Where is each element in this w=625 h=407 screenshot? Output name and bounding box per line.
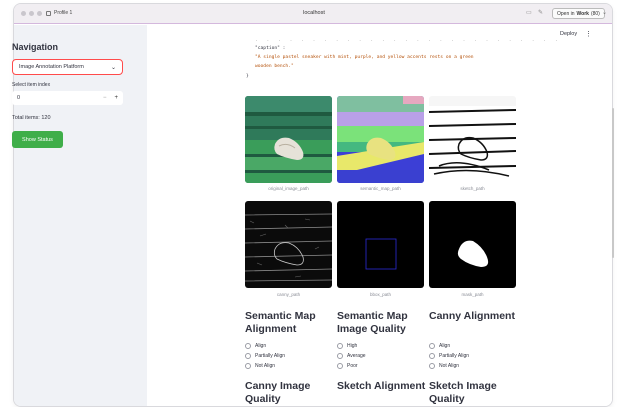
open-in-prefix: Open in [557,10,575,17]
page-select[interactable]: Image Annotation Platform ⌄ [12,59,123,75]
radio-option[interactable]: Align [245,343,266,349]
bbox-image [337,201,424,288]
open-in-app-button[interactable]: Open in Work (80) [552,8,605,19]
item-index-label: Select item index [12,82,51,88]
json-viewer: . . . . . . . . . . . . . . . . . . . . … [230,37,558,89]
profile-label: Profile 1 [54,10,73,16]
reader-icon[interactable]: ▭ [526,9,532,16]
radio-circle-icon [245,353,251,359]
radio-circle-icon [245,343,251,349]
show-status-button[interactable]: Show Status [12,131,63,148]
radio-label: Align [255,343,267,349]
total-items-text: Total items: 120 [12,115,51,121]
json-close-brace: } [246,74,249,79]
image-caption: sketch_path [460,186,485,191]
sidebar-title: Navigation [12,42,59,52]
question-title: Canny Image Quality [245,380,311,405]
chevron-down-icon[interactable]: ⌄ [602,9,607,16]
item-index-input[interactable]: 0 − + [12,91,123,105]
image-caption: canny_path [276,292,301,297]
radio-label: Partially Align [439,353,470,359]
radio-circle-icon [245,363,251,369]
radio-label: Average [347,353,366,359]
radio-option[interactable]: Poor [337,363,358,369]
open-in-app-name: Work [576,10,589,17]
clipped-text-row: . . . . . . . . . . . . . . . . . . . . … [255,38,561,43]
minimize-window-icon[interactable] [29,11,34,16]
radio-option[interactable]: Average [337,353,366,359]
maximize-window-icon[interactable] [37,11,42,16]
json-value-line: wooden bench." [255,64,294,69]
close-window-icon[interactable] [21,11,26,16]
profile-icon [46,10,51,16]
decrement-button[interactable]: − [103,95,107,101]
page-select-value: Image Annotation Platform [19,64,84,70]
radio-circle-icon [429,343,435,349]
radio-option[interactable]: Align [429,343,450,349]
extensions-icon[interactable]: ✎ [538,9,543,16]
radio-label: Partially Align [255,353,286,359]
radio-label: Not Align [439,363,460,369]
main-menu-icon[interactable]: ⋮ [585,30,592,38]
question-title: Sketch Image Quality [429,380,497,405]
radio-option[interactable]: Not Align [429,363,459,369]
open-in-suffix: (80) [590,10,600,17]
image-caption: mask_path [461,292,484,297]
image-caption: semantic_map_path [360,186,401,191]
radio-option[interactable]: Partially Align [429,353,469,359]
original-image [245,96,332,183]
question-title: Semantic Map Alignment [245,310,316,335]
json-value-line: "A single pastel sneaker with mint, purp… [255,55,474,60]
question-title: Sketch Alignment [337,380,426,392]
radio-label: Align [439,343,451,349]
radio-label: Poor [347,363,358,369]
radio-option[interactable]: Partially Align [245,353,285,359]
chevron-down-icon: ⌄ [110,64,116,71]
radio-circle-icon [337,343,343,349]
radio-circle-icon [429,363,435,369]
title-bar: Profile 1 localhost ▭ ✎ Open in Work (80… [14,4,612,24]
item-index-value: 0 [17,95,21,101]
radio-circle-icon [337,363,343,369]
sketch-image [429,96,516,183]
profile-tab[interactable]: Profile 1 [46,10,72,16]
canny-image [245,201,332,288]
json-key: "caption" : [255,46,286,51]
increment-button[interactable]: + [114,95,118,101]
radio-option[interactable]: High [337,343,357,349]
mask-image [429,201,516,288]
radio-label: High [347,343,358,349]
image-caption: original_image_path [268,186,309,191]
image-caption: bbox_path [369,292,392,297]
radio-option[interactable]: Not Align [245,363,275,369]
radio-label: Not Align [255,363,276,369]
semantic-map-image [337,96,424,183]
question-title: Semantic Map Image Quality [337,310,408,335]
address-bar[interactable]: localhost [284,10,344,16]
deploy-button[interactable]: Deploy [560,31,577,37]
radio-circle-icon [429,353,435,359]
question-title: Canny Alignment [429,310,515,322]
scrollbar[interactable] [612,108,614,258]
radio-circle-icon [337,353,343,359]
